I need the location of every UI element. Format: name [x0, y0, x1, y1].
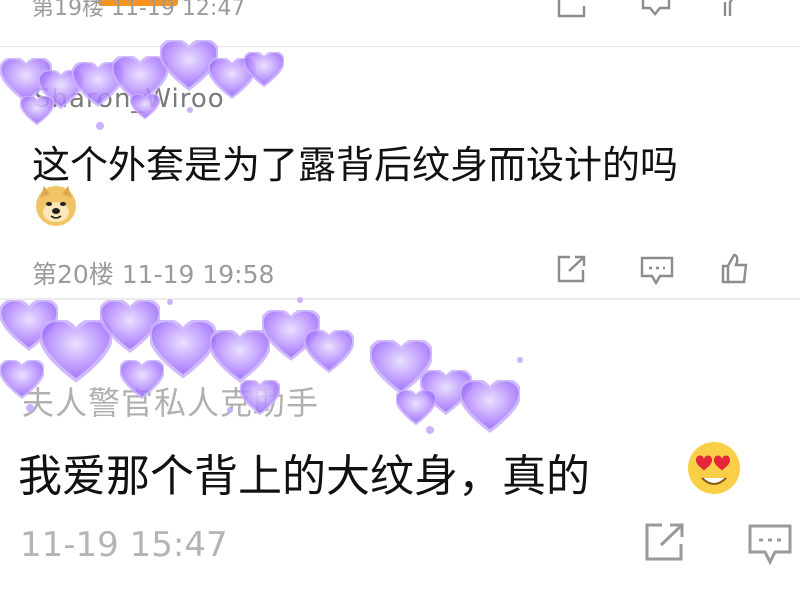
timestamp: 11-19 15:47: [20, 525, 228, 565]
comment-button[interactable]: [640, 0, 672, 18]
floor-time: 第19楼 11-19 12:47: [32, 0, 246, 21]
thumbs-up-icon: [721, 253, 748, 284]
heart-eyes-emoji: [686, 440, 742, 500]
comment-icon: [748, 524, 792, 566]
comment-button[interactable]: [640, 256, 674, 286]
username[interactable]: 夫人警官私人克助手: [22, 378, 319, 424]
comment-icon: [641, 0, 671, 16]
like-button[interactable]: [722, 0, 746, 18]
thumbs-up-icon: [723, 0, 733, 16]
share-icon: [557, 255, 586, 283]
like-button[interactable]: [720, 252, 748, 284]
username[interactable]: Sharon_Wiroo: [34, 84, 225, 114]
comment-text: 这个外套是为了露背后纹身而设计的吗: [32, 143, 679, 187]
divider: [0, 46, 800, 47]
divider: [0, 298, 800, 300]
share-icon: [645, 523, 684, 561]
doge-emoji: [34, 184, 78, 232]
share-icon: [557, 0, 586, 18]
share-button[interactable]: [644, 522, 686, 562]
comment-button[interactable]: [748, 524, 792, 566]
floor-time: 第20楼 11-19 19:58: [32, 260, 275, 289]
share-button[interactable]: [556, 0, 588, 18]
share-button[interactable]: [556, 254, 588, 284]
comment-icon: [640, 256, 674, 286]
comment-text: 我爱那个背上的大纹身，真的: [18, 451, 590, 502]
